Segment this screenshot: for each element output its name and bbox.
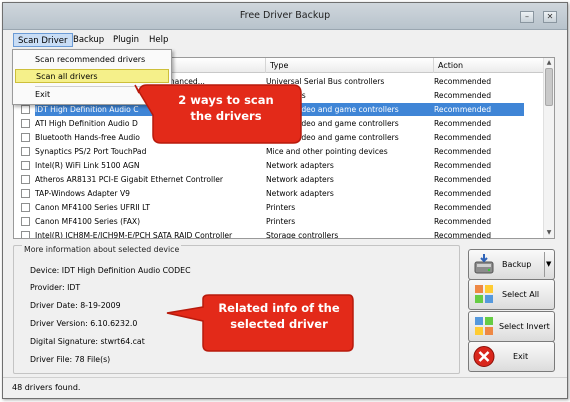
app-window: Free Driver Backup – ✕ Scan Driver Backu… — [2, 2, 568, 399]
scroll-thumb[interactable] — [545, 68, 553, 106]
driver-action: Recommended — [434, 161, 492, 170]
vertical-scrollbar[interactable]: ▲ ▼ — [543, 58, 554, 238]
exit-icon — [473, 346, 495, 367]
column-action[interactable]: Action — [434, 58, 544, 73]
driver-name: Canon MF4100 Series UFRII LT — [35, 203, 150, 212]
driver-action: Recommended — [434, 147, 492, 156]
window-title: Free Driver Backup — [239, 10, 331, 21]
driver-action: Recommended — [434, 231, 492, 239]
select-invert-button[interactable]: Select Invert — [468, 311, 555, 342]
driver-type: Network adapters — [266, 175, 334, 184]
info-device: Device: IDT High Definition Audio CODEC — [30, 266, 191, 275]
exit-button[interactable]: Exit — [468, 341, 555, 372]
table-row[interactable]: Intel(R) ICH8M-E/ICH9M-E/PCH SATA RAID C… — [14, 229, 544, 239]
table-row[interactable]: TAP-Windows Adapter V9 Network adapters Re… — [14, 187, 544, 200]
driver-action: Recommended — [434, 175, 492, 184]
driver-action: Recommended — [434, 77, 492, 86]
driver-type: Printers — [266, 203, 296, 212]
driver-action: Recommended — [434, 217, 492, 226]
row-checkbox[interactable] — [21, 105, 30, 114]
backup-button[interactable]: Backup ▼ — [468, 249, 555, 280]
exit-label: Exit — [513, 352, 529, 361]
scroll-up-icon[interactable]: ▲ — [544, 58, 554, 67]
info-driver-file: Driver File: 78 File(s) — [30, 355, 111, 364]
status-bar: 48 drivers found. — [3, 377, 567, 398]
driver-action: Recommended — [434, 91, 492, 100]
driver-name: Atheros AR8131 PCI-E Gigabit Ethernet Co… — [35, 175, 224, 184]
info-heading: More information about selected device — [22, 245, 182, 254]
driver-type: Printers — [266, 217, 296, 226]
menu-plugin[interactable]: Plugin — [109, 33, 143, 47]
row-checkbox[interactable] — [21, 175, 30, 184]
select-all-button[interactable]: Select All — [468, 279, 555, 310]
menu-item-scan-recommended[interactable]: Scan recommended drivers — [15, 53, 169, 67]
row-checkbox[interactable] — [21, 189, 30, 198]
driver-action: Recommended — [434, 119, 492, 128]
driver-action: Recommended — [434, 189, 492, 198]
info-driver-date: Driver Date: 8-19-2009 — [30, 301, 121, 310]
driver-action: Recommended — [434, 103, 524, 116]
info-provider: Provider: IDT — [30, 283, 81, 292]
menu-help[interactable]: Help — [145, 33, 172, 47]
info-callout: Related info of the selected driver — [218, 301, 340, 331]
select-invert-label: Select Invert — [499, 322, 550, 331]
driver-name: Intel(R) WiFi Link 5100 AGN — [35, 161, 140, 170]
backup-label: Backup — [502, 260, 532, 269]
backup-dropdown-icon[interactable]: ▼ — [546, 260, 551, 268]
minimize-button[interactable]: – — [520, 11, 534, 23]
info-digital-signature: Digital Signature: stwrt64.cat — [30, 337, 145, 346]
table-row[interactable]: Canon MF4100 Series UFRII LT Printers Reco… — [14, 201, 544, 214]
title-bar: Free Driver Backup – ✕ — [3, 3, 567, 30]
driver-type: Network adapters — [266, 189, 334, 198]
select-invert-icon — [475, 317, 493, 335]
status-text: 48 drivers found. — [12, 383, 81, 392]
row-checkbox[interactable] — [21, 231, 30, 238]
driver-type: Storage controllers — [266, 231, 339, 239]
scroll-down-icon[interactable]: ▼ — [544, 228, 554, 237]
select-all-label: Select All — [502, 290, 540, 299]
driver-action: Recommended — [434, 133, 492, 142]
menu-bar: Scan Driver Backup Plugin Help — [3, 31, 567, 49]
row-checkbox[interactable] — [21, 119, 30, 128]
row-checkbox[interactable] — [21, 161, 30, 170]
row-checkbox[interactable] — [21, 147, 30, 156]
table-row[interactable]: Atheros AR8131 PCI-E Gigabit Ethernet Co… — [14, 173, 544, 186]
backup-drive-icon — [474, 254, 494, 274]
info-driver-version: Driver Version: 6.10.6232.0 — [30, 319, 138, 328]
row-checkbox[interactable] — [21, 203, 30, 212]
driver-name: Intel(R) ICH8M-E/ICH9M-E/PCH SATA RAID C… — [35, 231, 233, 239]
driver-type: Network adapters — [266, 161, 334, 170]
driver-name: TAP-Windows Adapter V9 — [35, 189, 130, 198]
table-row[interactable]: Intel(R) WiFi Link 5100 AGN Network adapt… — [14, 159, 544, 172]
driver-name: Canon MF4100 Series (FAX) — [35, 217, 141, 226]
row-checkbox[interactable] — [21, 133, 30, 142]
scan-callout: 2 ways to scan the drivers — [178, 93, 274, 123]
column-type[interactable]: Type — [266, 58, 434, 73]
close-button[interactable]: ✕ — [543, 11, 557, 23]
menu-scan-driver[interactable]: Scan Driver — [13, 33, 73, 47]
driver-action: Recommended — [434, 203, 492, 212]
row-checkbox[interactable] — [21, 217, 30, 226]
table-row[interactable]: Canon MF4100 Series (FAX) Printers Recomme… — [14, 215, 544, 228]
select-all-icon — [475, 285, 493, 303]
menu-backup[interactable]: Backup — [69, 33, 108, 47]
